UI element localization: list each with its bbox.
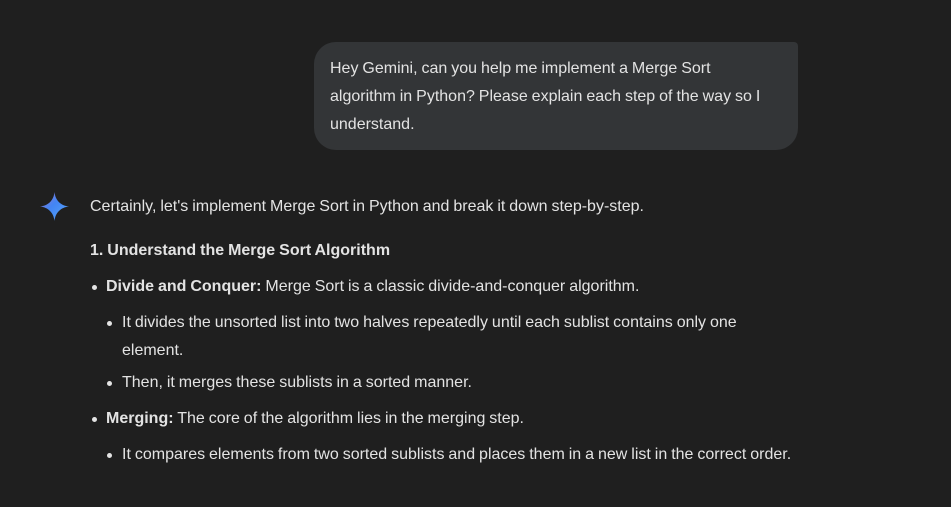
list-item-text: The core of the algorithm lies in the me… (173, 410, 524, 427)
user-message-bubble: Hey Gemini, can you help me implement a … (314, 42, 798, 150)
user-message-text: Hey Gemini, can you help me implement a … (330, 60, 761, 133)
bullet-icon (92, 417, 97, 422)
list-item-text: It compares elements from two sorted sub… (122, 446, 792, 463)
bullet-icon (107, 453, 112, 458)
list-item-label: Merging: (106, 410, 174, 427)
list-item-text: Merge Sort is a classic divide-and-conqu… (261, 278, 640, 295)
gemini-sparkle-icon (39, 191, 70, 222)
list-item: It divides the unsorted list into two ha… (106, 309, 786, 365)
bullet-icon (107, 321, 112, 326)
list-item-text: It divides the unsorted list into two ha… (122, 314, 737, 359)
response-intro: Certainly, let's implement Merge Sort in… (90, 198, 644, 215)
bullet-icon (107, 381, 112, 386)
gemini-response: Certainly, let's implement Merge Sort in… (90, 193, 810, 463)
bullet-icon (92, 285, 97, 290)
list-item: It compares elements from two sorted sub… (106, 441, 796, 469)
section-heading: 1. Understand the Merge Sort Algorithm (90, 242, 391, 259)
list-item-text: Then, it merges these sublists in a sort… (122, 374, 472, 391)
list-item-label: Divide and Conquer: (106, 278, 262, 295)
